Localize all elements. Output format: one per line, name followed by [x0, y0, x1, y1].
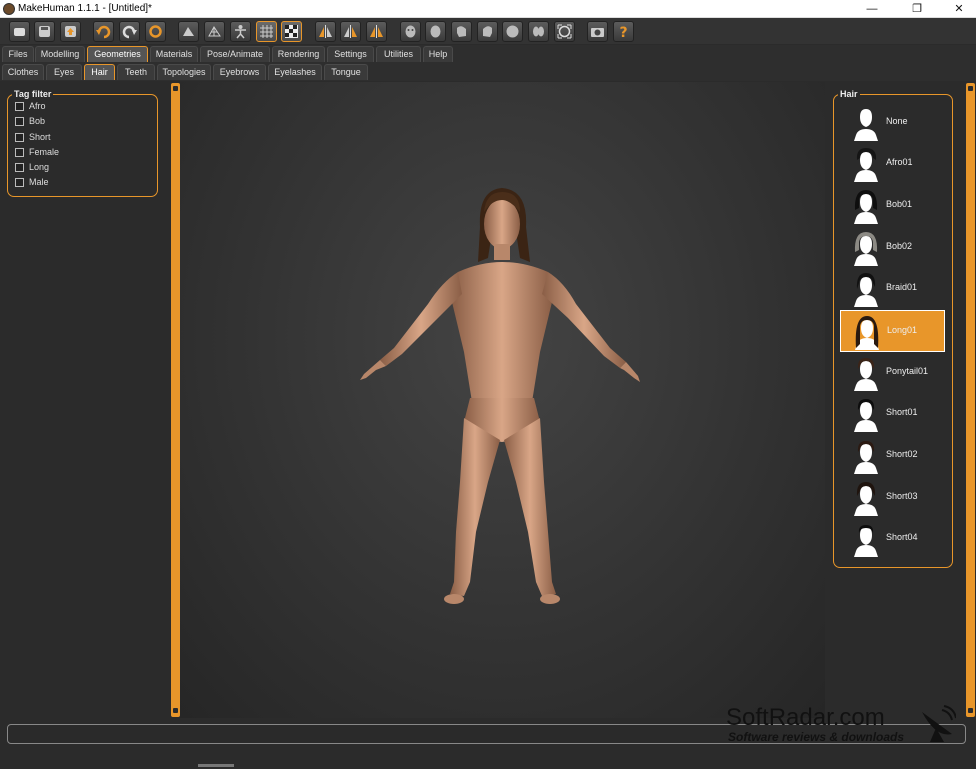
tab-eyebrows[interactable]: Eyebrows — [213, 64, 266, 80]
reset-camera-icon[interactable] — [554, 21, 575, 42]
sub-tab-bar: Clothes Eyes Hair Teeth Topologies Eyebr… — [0, 63, 976, 81]
left-panel: Tag filter Afro Bob Short Female Long Ma… — [0, 82, 171, 718]
tab-pose-animate[interactable]: Pose/Animate — [200, 46, 270, 62]
watermark: SoftRadar.com Software reviews & downloa… — [726, 704, 971, 748]
hair-thumbnail — [854, 441, 878, 474]
close-button[interactable]: ✕ — [944, 0, 974, 18]
redo-icon[interactable] — [119, 21, 140, 42]
hair-item-none[interactable]: None — [840, 102, 945, 144]
tab-hair[interactable]: Hair — [84, 64, 115, 80]
app-icon — [3, 3, 15, 15]
tab-tongue[interactable]: Tongue — [324, 64, 368, 80]
tab-eyelashes[interactable]: Eyelashes — [268, 64, 322, 80]
svg-text:?: ? — [620, 25, 628, 39]
tab-eyes[interactable]: Eyes — [46, 64, 82, 80]
tab-materials[interactable]: Materials — [150, 46, 198, 62]
right-panel: Hair None Afro01 Bob01 Bob02 Braid01 Lon… — [826, 82, 976, 718]
hair-group: Hair None Afro01 Bob01 Bob02 Braid01 Lon… — [833, 89, 953, 568]
minimize-button[interactable]: — — [857, 0, 887, 18]
symmetry-right-icon[interactable] — [315, 21, 336, 42]
reset-icon[interactable] — [145, 21, 166, 42]
tag-filter-title: Tag filter — [12, 89, 54, 99]
save-icon[interactable] — [34, 21, 55, 42]
tab-modelling[interactable]: Modelling — [35, 46, 85, 62]
pose-icon[interactable] — [230, 21, 251, 42]
hair-item-short04[interactable]: Short04 — [840, 518, 945, 560]
top-view-icon[interactable] — [502, 21, 523, 42]
tag-filter-group: Tag filter Afro Bob Short Female Long Ma… — [7, 89, 158, 197]
new-icon[interactable] — [9, 21, 30, 42]
tab-topologies[interactable]: Topologies — [157, 64, 211, 80]
smooth-icon[interactable] — [178, 21, 199, 42]
bottom-view-icon[interactable] — [528, 21, 549, 42]
hair-thumbnail — [854, 358, 878, 391]
hair-thumbnail — [854, 148, 878, 182]
hair-group-title: Hair — [838, 89, 860, 99]
hair-item-bob01[interactable]: Bob01 — [840, 185, 945, 227]
hair-thumbnail — [854, 273, 878, 307]
help-icon[interactable]: ? — [613, 21, 634, 42]
title-bar: MakeHuman 1.1.1 - [Untitled]* — ❐ ✕ — [0, 0, 976, 18]
hair-item-bob02[interactable]: Bob02 — [840, 227, 945, 269]
resize-grip[interactable] — [198, 764, 234, 767]
screenshot-icon[interactable] — [587, 21, 608, 42]
hair-item-afro01[interactable]: Afro01 — [840, 143, 945, 185]
hair-thumbnail — [854, 190, 878, 224]
restore-button[interactable]: ❐ — [902, 0, 932, 18]
hair-item-braid01[interactable]: Braid01 — [840, 268, 945, 310]
hair-thumbnail — [854, 109, 878, 141]
3d-viewport[interactable] — [180, 82, 825, 718]
hair-item-short02[interactable]: Short02 — [840, 435, 945, 477]
hair-item-ponytail01[interactable]: Ponytail01 — [840, 352, 945, 394]
human-model[interactable] — [180, 82, 825, 718]
hair-thumbnail — [854, 232, 878, 266]
watermark-title: SoftRadar.com — [726, 704, 885, 731]
tab-settings[interactable]: Settings — [327, 46, 374, 62]
right-view-icon[interactable] — [477, 21, 498, 42]
left-scrollbar[interactable] — [171, 83, 180, 717]
right-scrollbar[interactable] — [966, 83, 975, 717]
hair-thumbnail — [854, 399, 878, 432]
bottom-strip — [0, 748, 976, 769]
export-icon[interactable] — [60, 21, 81, 42]
symmetry-icon[interactable] — [366, 21, 387, 42]
tab-utilities[interactable]: Utilities — [376, 46, 421, 62]
checker-icon[interactable] — [281, 21, 302, 42]
tab-files[interactable]: Files — [2, 46, 34, 62]
left-view-icon[interactable] — [451, 21, 472, 42]
tab-clothes[interactable]: Clothes — [2, 64, 44, 80]
window-title: MakeHuman 1.1.1 - [Untitled]* — [18, 3, 152, 14]
toolbar: ? — [0, 18, 976, 44]
front-view-icon[interactable] — [400, 21, 421, 42]
grid-icon[interactable] — [256, 21, 277, 42]
tab-rendering[interactable]: Rendering — [272, 46, 325, 62]
wireframe-icon[interactable] — [204, 21, 225, 42]
hair-thumbnail — [854, 482, 878, 516]
satellite-dish-icon — [922, 705, 956, 742]
hair-thumbnail — [855, 316, 879, 350]
hair-item-short03[interactable]: Short03 — [840, 477, 945, 519]
main-tab-bar: Files Modelling Geometries Materials Pos… — [0, 45, 976, 63]
tab-help[interactable]: Help — [423, 46, 453, 62]
symmetry-left-icon[interactable] — [340, 21, 361, 42]
back-view-icon[interactable] — [425, 21, 446, 42]
watermark-subtitle: Software reviews & downloads — [728, 730, 905, 744]
hair-thumbnail — [854, 525, 878, 557]
hair-item-short01[interactable]: Short01 — [840, 393, 945, 435]
tab-geometries[interactable]: Geometries — [87, 46, 148, 62]
undo-icon[interactable] — [93, 21, 114, 42]
hair-item-long01[interactable]: Long01 — [840, 310, 945, 352]
tab-teeth[interactable]: Teeth — [117, 64, 155, 80]
